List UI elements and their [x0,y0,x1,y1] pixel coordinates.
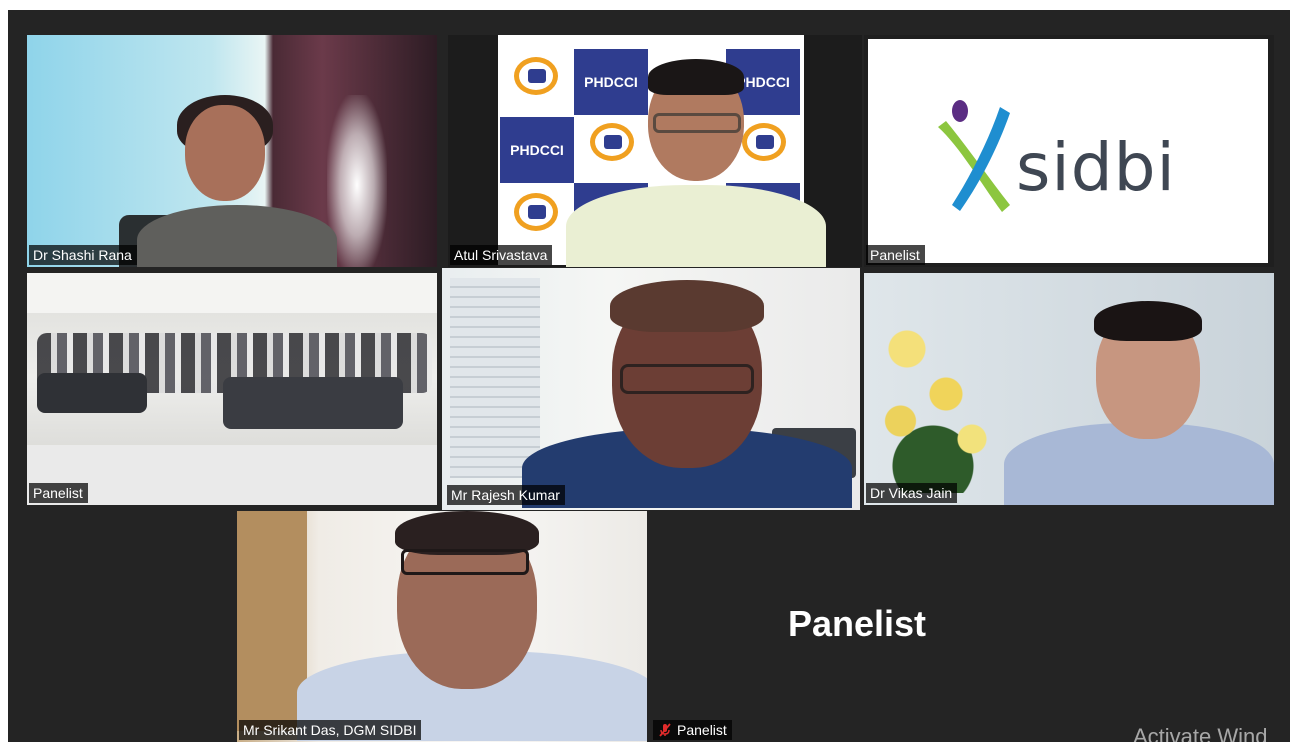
phd-chamber-logo-icon [742,123,786,161]
participant-tile-dr-shashi-rana[interactable]: Dr Shashi Rana [27,35,437,267]
video-feed [27,273,437,505]
phd-chamber-logo-icon [514,193,558,231]
participant-name-label: Panelist [653,720,732,740]
participant-name: Dr Shashi Rana [33,247,132,263]
participant-name-label: Dr Shashi Rana [29,245,137,265]
video-feed [442,268,860,510]
video-feed: PHDCCI PHDCCI PHDCCI [448,35,862,267]
video-feed: sidbi [864,35,1274,267]
participant-name: Mr Srikant Das, DGM SIDBI [243,722,417,738]
participant-name: Panelist [870,247,920,263]
video-feed [237,511,647,742]
sidbi-logo-card: sidbi [868,39,1268,263]
participant-name: Panelist [33,485,83,501]
participant-name-label: Atul Srivastava [450,245,553,265]
meeting-gallery: Dr Shashi Rana PHDCCI PHDCCI PHDCCI Atul… [8,10,1290,742]
participant-tile-panelist-no-video[interactable]: Panelist Panelist [651,511,1063,742]
participant-display-name: Panelist [787,603,927,644]
participant-name-label: Mr Rajesh Kumar [447,485,565,505]
participant-name: Atul Srivastava [454,247,548,263]
participant-name-label: Panelist [29,483,88,503]
sidbi-logo-icon [938,100,1010,212]
participant-name-label: Mr Srikant Das, DGM SIDBI [239,720,422,740]
phd-chamber-logo-icon [590,123,634,161]
participant-name-label: Panelist [866,245,925,265]
activate-windows-watermark: Activate Wind [1133,724,1268,742]
participant-name: Panelist [677,722,727,738]
participant-tile-mr-rajesh-kumar[interactable]: Mr Rajesh Kumar [442,268,860,510]
participant-name-label: Dr Vikas Jain [866,483,958,503]
participant-tile-atul-srivastava[interactable]: PHDCCI PHDCCI PHDCCI Atul Srivastava [448,35,862,267]
participant-tile-mr-srikant-das[interactable]: Mr Srikant Das, DGM SIDBI [237,511,647,742]
participant-tile-panelist-audience[interactable]: Panelist [27,273,437,505]
phdcci-backdrop-text: PHDCCI [574,49,648,115]
video-feed [864,273,1274,505]
participant-name: Mr Rajesh Kumar [451,487,560,503]
participant-name: Dr Vikas Jain [870,485,953,501]
video-feed [27,35,437,267]
microphone-muted-icon [659,723,671,737]
phd-chamber-logo-icon [514,57,558,95]
phdcci-backdrop-text: PHDCCI [500,117,574,183]
participant-tile-panelist-sidbi[interactable]: sidbi Panelist [864,35,1274,267]
sidbi-wordmark: sidbi [1016,129,1176,206]
participant-tile-dr-vikas-jain[interactable]: Dr Vikas Jain [864,273,1274,505]
